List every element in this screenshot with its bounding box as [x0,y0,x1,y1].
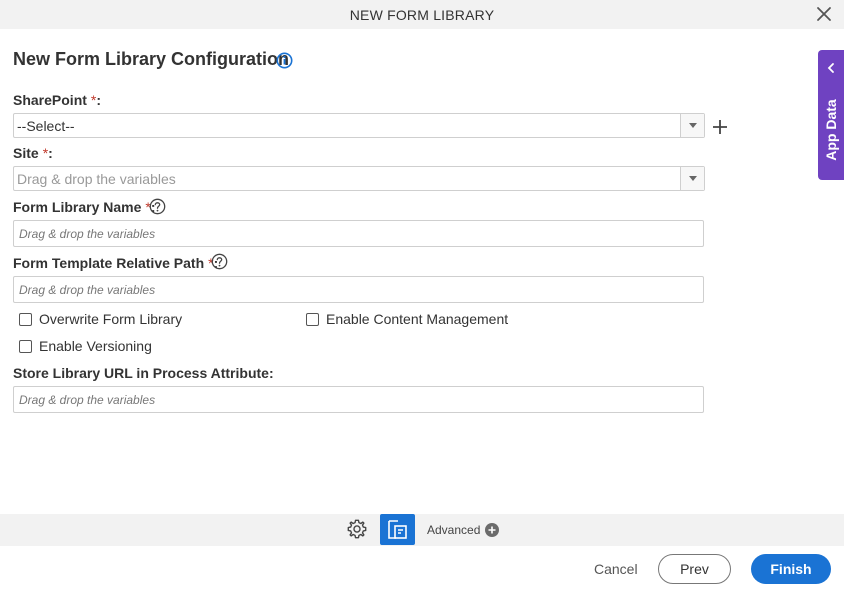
title-bar: NEW FORM LIBRARY [0,0,844,29]
checkbox-label: Enable Content Management [326,311,509,327]
enable-versioning-checkbox[interactable]: Enable Versioning [19,338,152,354]
form-icon [388,520,407,539]
checkbox-label: Enable Versioning [39,338,152,354]
page-title: New Form Library Configuration [13,49,290,69]
dialog-title: NEW FORM LIBRARY [349,7,495,23]
form-template-path-label-text: Form Template Relative Path [13,255,205,271]
chevron-left-icon [827,63,834,73]
help-icon[interactable] [211,253,228,270]
checkbox-box[interactable] [19,339,32,353]
checkbox-label: Overwrite Form Library [39,311,183,327]
site-label-text: Site [13,145,39,161]
site-label: Site *: [13,145,53,161]
store-library-url-input[interactable] [13,386,704,413]
label-colon: : [96,92,102,108]
help-icon[interactable] [149,198,166,215]
plus-circle-icon[interactable] [485,523,499,537]
form-library-name-input[interactable] [13,220,704,247]
sharepoint-label: SharePoint *: [13,92,101,108]
form-template-path-label: Form Template Relative Path *: [13,255,218,271]
cancel-button[interactable]: Cancel [594,561,638,577]
bottom-toolbar [0,514,844,546]
advanced-toggle[interactable]: Advanced [427,523,480,537]
site-dropdown-toggle[interactable] [680,167,704,190]
checkbox-box[interactable] [19,312,32,326]
gear-icon[interactable] [346,518,368,540]
finish-button[interactable]: Finish [751,554,831,584]
close-icon[interactable] [814,4,834,24]
enable-content-management-checkbox[interactable]: Enable Content Management [306,311,508,327]
info-icon[interactable] [276,52,293,69]
form-properties-button[interactable] [380,514,415,545]
sharepoint-select[interactable]: --Select-- [13,113,705,138]
site-select-placeholder: Drag & drop the variables [17,171,176,187]
sharepoint-dropdown-toggle[interactable] [680,114,704,137]
store-library-url-label: Store Library URL in Process Attribute: [13,365,274,381]
label-colon: : [48,145,53,161]
app-data-tab[interactable]: App Data [818,50,844,180]
add-sharepoint-icon[interactable] [710,117,730,137]
form-library-name-label-text: Form Library Name [13,199,142,215]
prev-button[interactable]: Prev [658,554,731,584]
caret-down-icon [689,176,697,181]
form-library-name-label: Form Library Name *: [13,199,156,215]
app-data-label: App Data [823,99,839,161]
caret-down-icon [689,123,697,128]
site-select[interactable]: Drag & drop the variables [13,166,705,191]
sharepoint-select-value: --Select-- [17,118,75,134]
checkbox-box[interactable] [306,312,319,326]
sharepoint-label-text: SharePoint [13,92,87,108]
overwrite-form-library-checkbox[interactable]: Overwrite Form Library [19,311,182,327]
form-template-path-input[interactable] [13,276,704,303]
